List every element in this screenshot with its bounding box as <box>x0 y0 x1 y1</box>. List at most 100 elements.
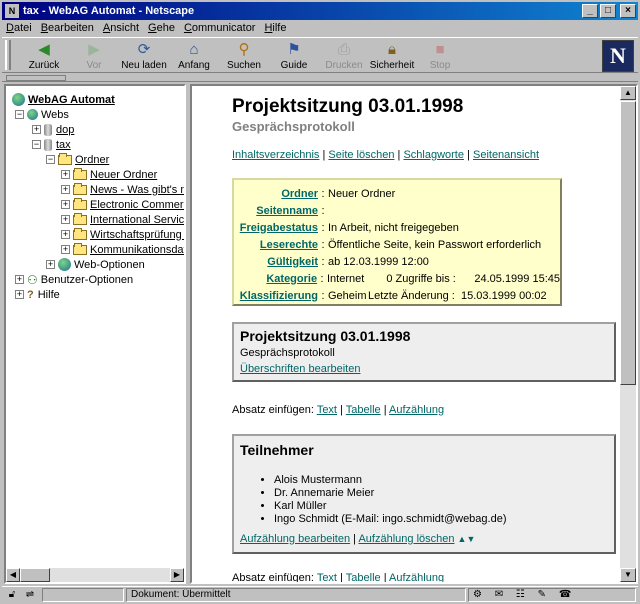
scroll-down-icon[interactable]: ▼ <box>620 568 636 582</box>
tree-item-webs[interactable]: − Webs <box>15 107 69 122</box>
tree-link[interactable]: News - Was gibt's n <box>90 184 184 196</box>
collapse-icon[interactable]: − <box>15 110 24 119</box>
composer-icon[interactable]: ✎ <box>538 589 546 600</box>
menu-gehe[interactable]: Gehe <box>148 22 175 34</box>
collapse-icon[interactable]: − <box>32 140 41 149</box>
reload-button[interactable]: ⟳ Neu laden <box>120 39 168 73</box>
tree-link[interactable]: International Service <box>90 214 184 226</box>
forward-button[interactable]: ▶ Vor <box>70 39 118 73</box>
tree-root-link[interactable]: WebAG Automat <box>28 94 115 106</box>
tree-link[interactable]: Wirtschaftsprüfung - <box>90 229 184 241</box>
back-button[interactable]: ◀ Zurück <box>20 39 68 73</box>
menu-ansicht[interactable]: Ansicht <box>103 22 139 34</box>
delete-list-link[interactable]: Aufzählung löschen <box>358 533 454 545</box>
tree-link[interactable]: tax <box>56 139 71 151</box>
tree-link[interactable]: Kommunikationsdat <box>90 244 184 256</box>
tree-link[interactable]: Neuer Ordner <box>90 169 157 181</box>
tree-item-benutzer[interactable]: + ⚇ Benutzer-Optionen <box>15 272 133 287</box>
mail-icon[interactable]: ✉ <box>495 589 503 600</box>
property-label[interactable]: Kategorie <box>234 273 317 285</box>
conference-icon[interactable]: ☎ <box>559 589 571 600</box>
scroll-thumb[interactable] <box>620 101 636 385</box>
navigator-icon[interactable]: ⚙ <box>473 589 482 600</box>
collapse-icon[interactable]: − <box>46 155 55 164</box>
search-button[interactable]: ⚲ Suchen <box>220 39 268 73</box>
move-down-icon[interactable]: ▼ <box>466 534 475 544</box>
menu-hilfe[interactable]: Hilfe <box>264 22 286 34</box>
property-label[interactable]: Ordner <box>234 188 318 200</box>
insert-table-link[interactable]: Tabelle <box>346 404 381 416</box>
property-label[interactable]: Klassifizierung <box>234 290 318 302</box>
stop-button[interactable]: ■ Stop <box>416 39 464 73</box>
scroll-right-icon[interactable]: ▶ <box>170 568 184 582</box>
print-button[interactable]: ⎙ Drucken <box>320 39 368 73</box>
link-inhaltsverzeichnis[interactable]: Inhaltsverzeichnis <box>232 149 319 161</box>
expand-icon[interactable]: + <box>61 215 70 224</box>
scroll-up-icon[interactable]: ▲ <box>620 86 636 100</box>
expand-icon[interactable]: + <box>61 200 70 209</box>
property-label[interactable]: Freigabestatus <box>234 222 318 234</box>
expand-icon[interactable]: + <box>61 245 70 254</box>
menu-bearbeiten[interactable]: Bearbeiten <box>41 22 94 34</box>
toolbar-grip[interactable] <box>5 40 11 70</box>
guide-button[interactable]: ⚑ Guide <box>270 39 318 73</box>
scroll-thumb[interactable] <box>20 568 50 582</box>
tree-item-weboptionen[interactable]: + Web-Optionen <box>46 257 145 272</box>
security-lock-icon[interactable]: 🔓︎ <box>4 589 20 601</box>
insert-list-link[interactable]: Aufzählung <box>389 572 444 582</box>
tree-item-wirtschaft[interactable]: + Wirtschaftsprüfung - <box>61 227 184 242</box>
separator: | <box>397 149 401 161</box>
menu-datei[interactable]: Datei <box>6 22 32 34</box>
tree-item-news[interactable]: + News - Was gibt's n <box>61 182 184 197</box>
home-button[interactable]: ⌂ Anfang <box>170 39 218 73</box>
search-label: Suchen <box>227 60 261 71</box>
menu-communicator[interactable]: Communicator <box>184 22 256 34</box>
link-seite-loeschen[interactable]: Seite löschen <box>328 149 394 161</box>
insert-text-link[interactable]: Text <box>317 404 337 416</box>
property-label[interactable]: Gültigkeit <box>234 256 318 268</box>
list-item: Dr. Annemarie Meier <box>274 487 507 500</box>
tree-item-tax[interactable]: − tax <box>32 137 71 152</box>
link-seitenansicht[interactable]: Seitenansicht <box>473 149 539 161</box>
tree-item-kommunikation[interactable]: + Kommunikationsdat <box>61 242 184 257</box>
property-label[interactable]: Seitenname <box>234 205 318 217</box>
netscape-icon: N <box>5 4 19 18</box>
close-button[interactable]: × <box>620 4 636 18</box>
insert-list-link[interactable]: Aufzählung <box>389 404 444 416</box>
content-vertical-scrollbar[interactable]: ▲ ▼ <box>620 86 636 582</box>
edit-headings-link[interactable]: Überschriften bearbeiten <box>240 363 360 375</box>
tree-item-international[interactable]: + International Service <box>61 212 184 227</box>
tree-item-dop[interactable]: + dop <box>32 122 74 137</box>
expand-icon[interactable]: + <box>32 125 41 134</box>
home-label: Anfang <box>178 60 210 71</box>
toolbar-tab[interactable] <box>6 75 66 81</box>
edit-list-link[interactable]: Aufzählung bearbeiten <box>240 533 350 545</box>
insert-text-link[interactable]: Text <box>317 572 337 582</box>
tree-horizontal-scrollbar[interactable]: ◀ ▶ <box>6 568 184 582</box>
news-icon[interactable]: ☷ <box>516 589 525 600</box>
tree-item-hilfe[interactable]: + ? Hilfe <box>15 287 60 302</box>
expand-icon[interactable]: + <box>15 275 24 284</box>
tree-link[interactable]: Ordner <box>75 154 109 166</box>
tree-root[interactable]: WebAG Automat <box>12 92 115 107</box>
tree-item-electronic[interactable]: + Electronic Commerc <box>61 197 184 212</box>
tree-item-neuer-ordner[interactable]: + Neuer Ordner <box>61 167 157 182</box>
insert-table-link[interactable]: Tabelle <box>346 572 381 582</box>
expand-icon[interactable]: + <box>15 290 24 299</box>
expand-icon[interactable]: + <box>61 185 70 194</box>
minimize-button[interactable]: _ <box>582 4 598 18</box>
netscape-logo[interactable]: N <box>602 40 634 72</box>
tree-link[interactable]: Electronic Commerc <box>90 199 184 211</box>
property-value: Öffentliche Seite, kein Passwort erforde… <box>328 238 542 251</box>
scroll-left-icon[interactable]: ◀ <box>6 568 20 582</box>
expand-icon[interactable]: + <box>61 170 70 179</box>
maximize-button[interactable]: □ <box>600 4 616 18</box>
tree-item-ordner[interactable]: − Ordner <box>46 152 109 167</box>
tree-link[interactable]: dop <box>56 124 74 136</box>
expand-icon[interactable]: + <box>46 260 55 269</box>
expand-icon[interactable]: + <box>61 230 70 239</box>
property-label[interactable]: Leserechte <box>234 239 318 251</box>
last-change-date: 15.03.1999 00:02 <box>461 289 547 302</box>
security-button[interactable]: 🔒︎ Sicherheit <box>368 39 416 73</box>
link-schlagworte[interactable]: Schlagworte <box>403 149 464 161</box>
